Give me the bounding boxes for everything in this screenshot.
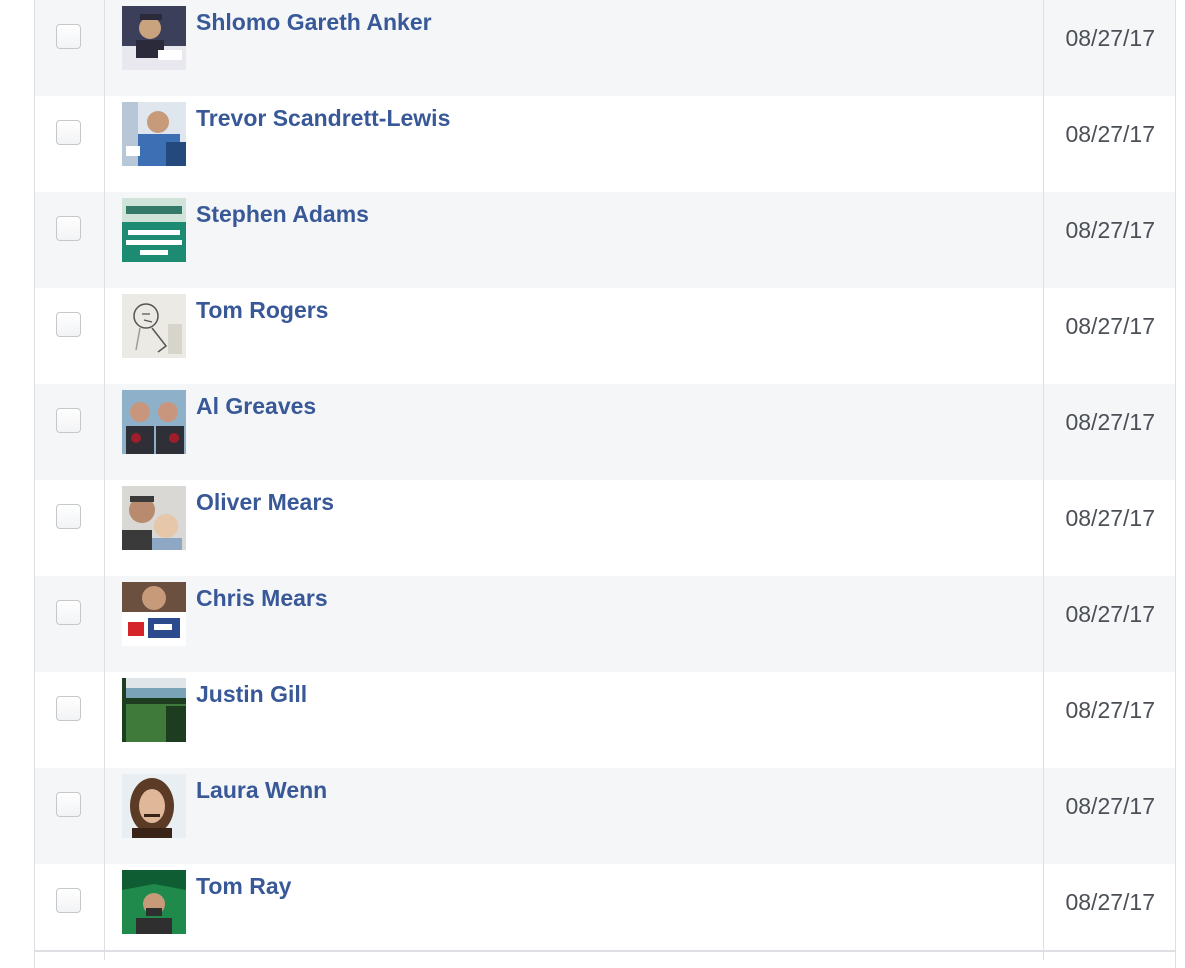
profile-photo-icon [122, 6, 186, 70]
avatar[interactable] [122, 486, 186, 550]
checkbox-cell [35, 576, 105, 672]
profile-photo-icon [122, 102, 186, 166]
table-row: Trevor Scandrett-Lewis 08/27/17 [35, 96, 1175, 192]
person-name-link[interactable]: Tom Ray [196, 873, 291, 900]
avatar[interactable] [122, 6, 186, 70]
newspaper-sign-icon [122, 198, 186, 262]
table-row: Al Greaves 08/27/17 [35, 384, 1175, 480]
person-name-link[interactable]: Trevor Scandrett-Lewis [196, 105, 450, 132]
date-cell: 08/27/17 [1044, 96, 1175, 192]
table-row: Shlomo Gareth Anker 08/27/17 [35, 0, 1175, 96]
checkbox-cell [35, 192, 105, 288]
person-cell: Justin Gill [105, 672, 1044, 768]
avatar[interactable] [122, 870, 186, 934]
person-name-link[interactable]: Chris Mears [196, 585, 328, 612]
date-cell: 08/27/17 [1044, 384, 1175, 480]
row-checkbox[interactable] [56, 504, 81, 529]
person-name-link[interactable]: Stephen Adams [196, 201, 369, 228]
request-date: 08/27/17 [1065, 697, 1155, 723]
date-cell: 08/27/17 [1044, 672, 1175, 768]
avatar[interactable] [122, 390, 186, 454]
checkbox-cell [35, 96, 105, 192]
table-row: Justin Gill 08/27/17 [35, 672, 1175, 768]
sketch-drawing-icon [122, 294, 186, 358]
table-row: Stephen Adams 08/27/17 [35, 192, 1175, 288]
date-cell: 08/27/17 [1044, 576, 1175, 672]
date-cell: 08/27/17 [1044, 0, 1175, 96]
person-cell: Laura Wenn [105, 768, 1044, 864]
row-checkbox[interactable] [56, 696, 81, 721]
request-date: 08/27/17 [1065, 409, 1155, 435]
row-checkbox[interactable] [56, 24, 81, 49]
row-checkbox[interactable] [56, 888, 81, 913]
date-cell: 08/27/17 [1044, 768, 1175, 864]
date-cell: 08/27/17 [1044, 480, 1175, 576]
person-name-link[interactable]: Oliver Mears [196, 489, 334, 516]
table-row: Tom Rogers 08/27/17 [35, 288, 1175, 384]
checkbox-cell [35, 672, 105, 768]
profile-photo-icon [122, 390, 186, 454]
avatar[interactable] [122, 774, 186, 838]
request-date: 08/27/17 [1065, 505, 1155, 531]
request-date: 08/27/17 [1065, 25, 1155, 51]
table-row: Oliver Mears 08/27/17 [35, 480, 1175, 576]
person-cell: Tom Ray [105, 864, 1044, 960]
person-cell: Chris Mears [105, 576, 1044, 672]
profile-photo-icon [122, 486, 186, 550]
request-list-frame: Shlomo Gareth Anker 08/27/17 Trevor Scan… [34, 0, 1176, 968]
avatar[interactable] [122, 582, 186, 646]
request-date: 08/27/17 [1065, 217, 1155, 243]
checkbox-cell [35, 384, 105, 480]
date-cell: 08/27/17 [1044, 288, 1175, 384]
person-cell: Al Greaves [105, 384, 1044, 480]
checkbox-cell [35, 0, 105, 96]
checkbox-cell [35, 864, 105, 960]
request-date: 08/27/17 [1065, 601, 1155, 627]
table-bottom-border [35, 950, 1175, 952]
request-date: 08/27/17 [1065, 889, 1155, 915]
table-row: Tom Ray 08/27/17 [35, 864, 1175, 960]
person-name-link[interactable]: Shlomo Gareth Anker [196, 9, 432, 36]
request-date: 08/27/17 [1065, 121, 1155, 147]
table-row: Laura Wenn 08/27/17 [35, 768, 1175, 864]
avatar[interactable] [122, 198, 186, 262]
person-cell: Oliver Mears [105, 480, 1044, 576]
date-cell: 08/27/17 [1044, 864, 1175, 960]
request-date: 08/27/17 [1065, 313, 1155, 339]
row-checkbox[interactable] [56, 216, 81, 241]
profile-photo-icon [122, 582, 186, 646]
request-table: Shlomo Gareth Anker 08/27/17 Trevor Scan… [35, 0, 1175, 960]
request-date: 08/27/17 [1065, 793, 1155, 819]
avatar[interactable] [122, 102, 186, 166]
person-name-link[interactable]: Laura Wenn [196, 777, 327, 804]
person-name-link[interactable]: Al Greaves [196, 393, 316, 420]
date-cell: 08/27/17 [1044, 192, 1175, 288]
person-name-link[interactable]: Tom Rogers [196, 297, 328, 324]
checkbox-cell [35, 768, 105, 864]
person-cell: Tom Rogers [105, 288, 1044, 384]
avatar[interactable] [122, 294, 186, 358]
row-checkbox[interactable] [56, 120, 81, 145]
checkbox-cell [35, 288, 105, 384]
row-checkbox[interactable] [56, 312, 81, 337]
person-cell: Shlomo Gareth Anker [105, 0, 1044, 96]
avatar[interactable] [122, 678, 186, 742]
checkbox-cell [35, 480, 105, 576]
profile-photo-icon [122, 774, 186, 838]
row-checkbox[interactable] [56, 792, 81, 817]
row-checkbox[interactable] [56, 408, 81, 433]
row-checkbox[interactable] [56, 600, 81, 625]
profile-photo-icon [122, 870, 186, 934]
person-cell: Trevor Scandrett-Lewis [105, 96, 1044, 192]
person-cell: Stephen Adams [105, 192, 1044, 288]
table-row: Chris Mears 08/27/17 [35, 576, 1175, 672]
landscape-photo-icon [122, 678, 186, 742]
person-name-link[interactable]: Justin Gill [196, 681, 307, 708]
